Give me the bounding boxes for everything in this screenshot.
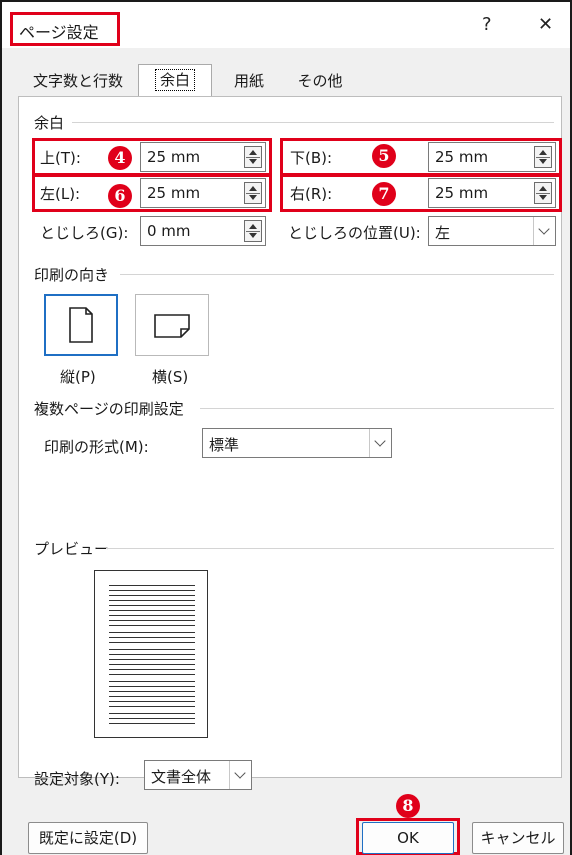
help-button[interactable]: ? bbox=[482, 14, 492, 35]
ok-button[interactable]: OK bbox=[362, 822, 454, 854]
landscape-option[interactable] bbox=[135, 294, 209, 356]
chevron-down-icon[interactable] bbox=[533, 217, 555, 245]
margins-divider bbox=[72, 122, 554, 123]
preview-section-label: プレビュー bbox=[34, 540, 110, 558]
step-badge-8: 8 bbox=[396, 794, 420, 818]
right-margin-label: 右(R): bbox=[290, 185, 333, 203]
gutter-label: とじしろ(G): bbox=[40, 224, 129, 242]
top-margin-label: 上(T): bbox=[40, 149, 81, 167]
portrait-page-icon bbox=[69, 307, 93, 343]
tab-chars-lines[interactable]: 文字数と行数 bbox=[18, 66, 138, 98]
landscape-label: 横(S) bbox=[152, 368, 189, 386]
tab-paper[interactable]: 用紙 bbox=[218, 66, 280, 98]
left-margin-label: 左(L): bbox=[40, 185, 81, 203]
bottom-margin-spinner[interactable]: 25 mm bbox=[428, 142, 556, 172]
apply-to-select[interactable]: 文書全体 bbox=[144, 760, 252, 790]
chevron-down-icon[interactable] bbox=[229, 761, 251, 789]
right-margin-value[interactable]: 25 mm bbox=[435, 184, 488, 202]
bottom-margin-value[interactable]: 25 mm bbox=[435, 148, 488, 166]
dialog-title: ページ設定 bbox=[10, 12, 120, 46]
step-badge-4: 4 bbox=[108, 146, 132, 170]
pages-section-label: 複数ページの印刷設定 bbox=[34, 400, 184, 418]
gutter-position-value: 左 bbox=[435, 224, 451, 242]
preview-divider bbox=[106, 548, 554, 549]
margins-section-label: 余白 bbox=[34, 114, 65, 132]
right-margin-spinner[interactable]: 25 mm bbox=[428, 178, 556, 208]
top-margin-spinner[interactable]: 25 mm bbox=[140, 142, 266, 172]
print-format-value: 標準 bbox=[209, 436, 240, 454]
tab-margins-label: 余白 bbox=[154, 69, 195, 91]
apply-to-label: 設定対象(Y): bbox=[34, 770, 120, 788]
portrait-option[interactable] bbox=[44, 294, 118, 356]
apply-to-value: 文書全体 bbox=[151, 768, 212, 786]
preview-page bbox=[94, 570, 208, 738]
pages-divider bbox=[200, 408, 554, 409]
portrait-label: 縦(P) bbox=[60, 368, 96, 386]
step-badge-6: 6 bbox=[108, 184, 132, 208]
print-format-label: 印刷の形式(M): bbox=[44, 438, 149, 456]
dialog-title-text: ページ設定 bbox=[19, 23, 99, 42]
step-badge-7: 7 bbox=[372, 182, 396, 206]
gutter-position-select[interactable]: 左 bbox=[428, 216, 556, 246]
left-margin-value[interactable]: 25 mm bbox=[147, 184, 200, 202]
bottom-margin-label: 下(B): bbox=[290, 149, 333, 167]
landscape-page-icon bbox=[154, 314, 190, 338]
orientation-divider bbox=[120, 274, 554, 275]
close-button[interactable]: ✕ bbox=[538, 14, 553, 35]
spinner-arrows-icon[interactable] bbox=[244, 182, 262, 204]
spinner-arrows-icon[interactable] bbox=[244, 146, 262, 168]
tab-other[interactable]: その他 bbox=[280, 66, 360, 98]
spinner-arrows-icon[interactable] bbox=[534, 182, 552, 204]
set-default-button[interactable]: 既定に設定(D) bbox=[28, 822, 148, 854]
orientation-section-label: 印刷の向き bbox=[34, 266, 110, 284]
spinner-arrows-icon[interactable] bbox=[534, 146, 552, 168]
chevron-down-icon[interactable] bbox=[369, 429, 391, 457]
gutter-spinner[interactable]: 0 mm bbox=[140, 216, 266, 246]
gutter-value[interactable]: 0 mm bbox=[147, 222, 191, 240]
spinner-arrows-icon[interactable] bbox=[244, 220, 262, 242]
tab-margins[interactable]: 余白 bbox=[138, 64, 212, 98]
top-margin-value[interactable]: 25 mm bbox=[147, 148, 200, 166]
gutter-position-label: とじしろの位置(U): bbox=[288, 224, 421, 242]
cancel-button[interactable]: キャンセル bbox=[472, 822, 564, 854]
print-format-select[interactable]: 標準 bbox=[202, 428, 392, 458]
left-margin-spinner[interactable]: 25 mm bbox=[140, 178, 266, 208]
step-badge-5: 5 bbox=[372, 144, 396, 168]
